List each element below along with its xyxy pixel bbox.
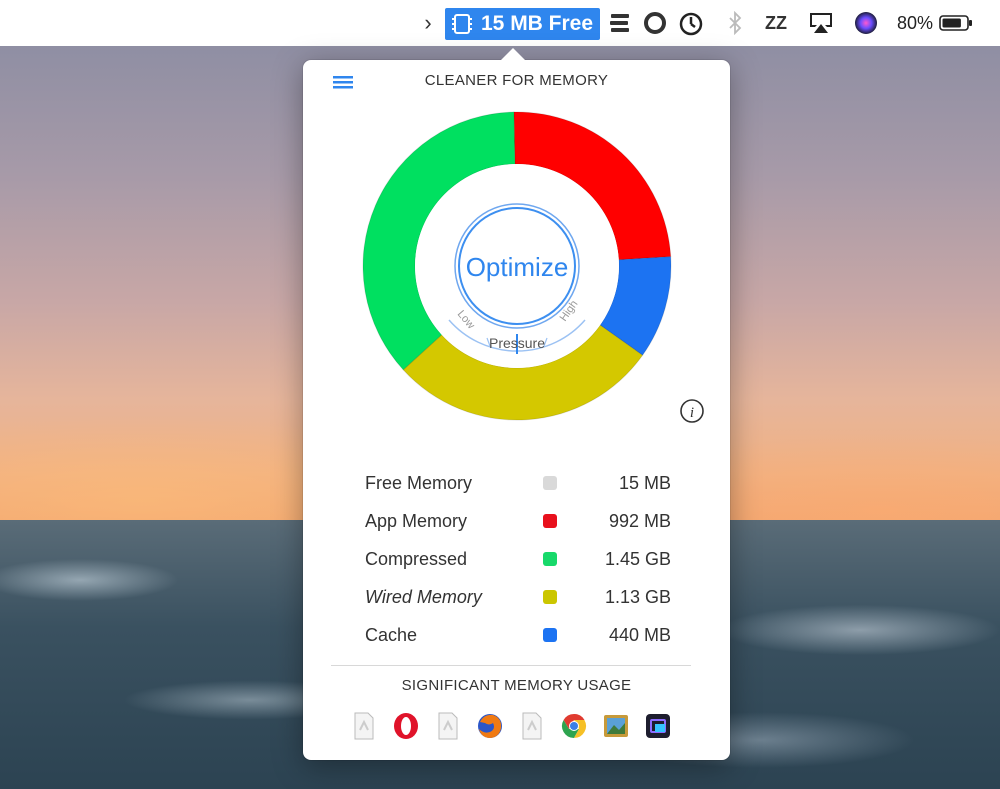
generic-app-icon[interactable] [349,710,379,742]
memory-status-item[interactable]: 15 MB Free [445,8,600,40]
memory-status-text: 15 MB Free [481,12,594,35]
sleep-icon[interactable]: ZZ [758,0,794,46]
legend-value: 1.13 GB [604,586,671,607]
battery-percent: 80% [896,12,934,33]
legend-value: 1.45 GB [604,548,671,569]
chevron-icon[interactable]: › [418,0,438,46]
bluetooth-icon[interactable] [724,0,746,46]
legend-swatch [543,514,557,528]
memory-cleaner-popover: CLEANER FOR MEMORY Optimize Low Pressure… [303,48,730,760]
generic-app-icon[interactable] [517,710,547,742]
popover-arrow [499,48,527,62]
legend-row-app-memory: App Memory 992 MB [361,502,681,540]
preview-icon[interactable] [601,710,631,742]
legend-swatch [543,590,557,604]
timer-icon[interactable] [676,0,706,46]
legend-swatch [543,476,557,490]
svg-text:i: i [690,405,694,421]
stack-icon[interactable] [606,0,634,46]
airplay-icon[interactable] [806,0,836,46]
legend-value: 15 MB [618,472,671,493]
optimize-label: Optimize [466,252,569,282]
info-icon[interactable]: i [679,398,705,424]
legend-row-free-memory: Free Memory 15 MB [361,464,681,502]
chip-icon [452,14,472,34]
legend-label: App Memory [365,510,468,531]
legend-label: Compressed [365,548,468,569]
legend-label: Wired Memory [365,586,482,607]
opera-icon[interactable] [391,710,421,742]
generic-app-icon[interactable] [433,710,463,742]
legend-row-compressed: Compressed 1.45 GB [361,540,681,578]
significant-usage-title: SIGNIFICANT MEMORY USAGE [401,677,632,694]
memory-donut-chart: Optimize Low Pressure High [362,111,672,421]
legend-swatch [543,552,557,566]
legend-swatch [543,628,557,642]
menu-bar: › 15 MB Free ZZ 80% [0,0,1000,46]
divider [331,665,691,666]
firefox-icon[interactable] [475,710,505,742]
legend-value: 992 MB [608,510,671,531]
screen-app-icon[interactable] [643,710,673,742]
legend-row-cache: Cache 440 MB [361,616,681,654]
app-icon-list [349,710,673,742]
legend-label: Cache [365,624,418,645]
memory-legend: Free Memory 15 MB App Memory 992 MB Comp… [361,464,681,654]
legend-value: 440 MB [608,624,671,645]
legend-label: Free Memory [365,472,473,493]
ring-icon[interactable] [640,0,670,46]
battery-icon[interactable] [938,0,974,46]
legend-row-wired-memory: Wired Memory 1.13 GB [361,578,681,616]
siri-icon[interactable] [852,0,880,46]
optimize-button[interactable]: Optimize [454,203,580,329]
app-title: CLEANER FOR MEMORY [424,72,609,89]
gauge-pressure-label: Pressure [489,335,545,351]
chrome-icon[interactable] [559,710,589,742]
